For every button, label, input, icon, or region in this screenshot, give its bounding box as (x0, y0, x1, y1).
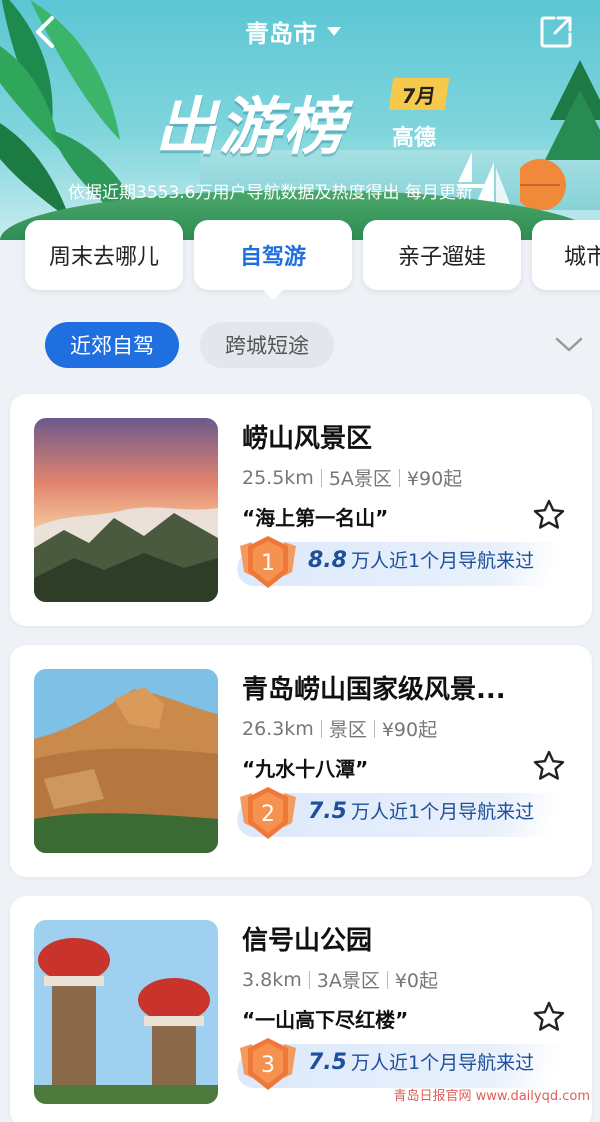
price: ¥90起 (381, 719, 438, 741)
tab-city[interactable]: 城市 (532, 220, 600, 290)
month-badge: 7月 (388, 78, 450, 110)
scenic-level: 景区 (328, 719, 367, 741)
spot-slogan: “海上第一名山” (242, 506, 389, 530)
navigation-stat: 8.8 万人近1个月导航来过 (308, 546, 534, 573)
navigation-stat: 7.5 万人近1个月导航来过 (308, 797, 534, 824)
tab-family[interactable]: 亲子遛娃 (363, 220, 521, 290)
rank-medal-icon: 1 (240, 536, 296, 588)
ranking-card-1[interactable]: 崂山风景区 25.5km 5A景区 ¥90起 “海上第一名山” 1 8.8 万人… (10, 394, 592, 626)
divider (320, 719, 322, 738)
laoshan-national-thumbnail (34, 669, 218, 853)
rank-number: 1 (261, 551, 275, 576)
tab-weekend[interactable]: 周末去哪儿 (25, 220, 183, 290)
tab-label: 亲子遛娃 (397, 245, 486, 270)
scenic-level: 3A景区 (316, 970, 380, 992)
page-title: 出游榜 (155, 90, 348, 163)
price: ¥90起 (406, 468, 463, 490)
tab-label: 周末去哪儿 (48, 245, 159, 270)
scenic-spot-name: 信号山公园 (242, 926, 373, 956)
nav-count: 8.8 (308, 548, 347, 573)
laoshan-thumbnail (34, 418, 218, 602)
scenic-spot-name: 崂山风景区 (242, 424, 373, 454)
ranking-description: 依据近期3553.6万用户导航数据及热度得出 每月更新 (68, 183, 473, 203)
city-selector[interactable]: 青岛市 (245, 14, 341, 48)
caret-down-icon (327, 26, 341, 36)
share-icon[interactable] (538, 14, 574, 50)
tab-label: 自驾游 (239, 245, 306, 270)
rank-medal-icon: 3 (240, 1038, 296, 1090)
hero-banner: 青岛市 出游榜 7月 高德 依据近期3553.6万用户导航数据及热度得出 每月更… (0, 0, 600, 240)
rank-medal-icon: 2 (240, 787, 296, 839)
palm-tree-decoration (520, 60, 600, 210)
star-favorite-icon[interactable] (532, 1000, 566, 1034)
ranking-card-2[interactable]: 青岛崂山国家级风景... 26.3km 景区 ¥90起 “九水十八潭” 2 7.… (10, 645, 592, 877)
rank-number: 3 (261, 1053, 275, 1078)
distance: 3.8km (242, 968, 302, 991)
city-name: 青岛市 (245, 19, 317, 48)
rank-number: 2 (261, 802, 275, 827)
distance: 26.3km (242, 717, 314, 740)
tab-label: 城市 (564, 245, 600, 270)
scenic-level: 5A景区 (328, 468, 392, 490)
subtab-label: 跨城短途 (225, 334, 309, 358)
category-tabs: 周末去哪儿 自驾游 亲子遛娃 城市 (0, 220, 600, 300)
tab-self-drive[interactable]: 自驾游 (194, 220, 352, 300)
nav-count: 7.5 (308, 1050, 347, 1075)
spot-meta: 3.8km 3A景区 ¥0起 (242, 966, 438, 993)
navigation-stat: 7.5 万人近1个月导航来过 (308, 1048, 534, 1075)
divider (308, 970, 310, 989)
back-arrow-icon[interactable] (28, 12, 64, 52)
chevron-down-icon[interactable] (552, 332, 586, 356)
nav-count: 7.5 (308, 799, 347, 824)
nav-text: 万人近1个月导航来过 (350, 1052, 535, 1074)
nav-text: 万人近1个月导航来过 (350, 550, 535, 572)
star-favorite-icon[interactable] (532, 498, 566, 532)
xinhaoshan-thumbnail (34, 920, 218, 1104)
nav-text: 万人近1个月导航来过 (350, 801, 535, 823)
subtab-suburb-drive[interactable]: 近郊自驾 (45, 322, 179, 368)
spot-meta: 26.3km 景区 ¥90起 (242, 715, 437, 742)
divider (398, 468, 400, 487)
divider (373, 719, 375, 738)
brand-label: 高德 (392, 126, 437, 151)
watermark: 青岛日报官网 www.dailyqd.com (393, 1089, 590, 1104)
distance: 25.5km (242, 466, 314, 489)
star-favorite-icon[interactable] (532, 749, 566, 783)
subtab-label: 近郊自驾 (70, 334, 154, 358)
subtab-intercity[interactable]: 跨城短途 (200, 322, 334, 368)
spot-meta: 25.5km 5A景区 ¥90起 (242, 464, 462, 491)
divider (320, 468, 322, 487)
divider (386, 970, 388, 989)
spot-slogan: “九水十八潭” (242, 757, 369, 781)
scenic-spot-name: 青岛崂山国家级风景... (242, 675, 506, 705)
spot-slogan: “一山高下尽红楼” (242, 1008, 409, 1032)
active-tab-pointer (263, 290, 283, 300)
price: ¥0起 (394, 970, 439, 992)
